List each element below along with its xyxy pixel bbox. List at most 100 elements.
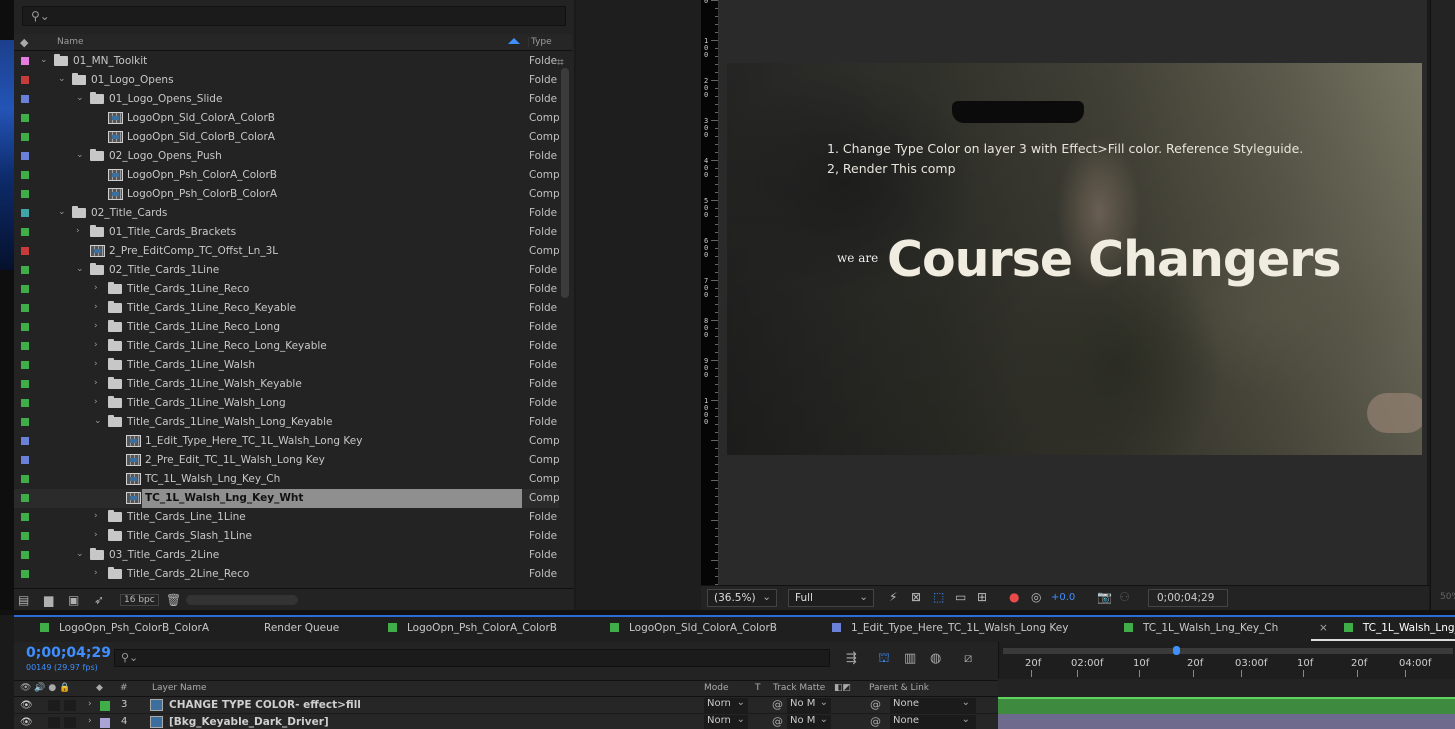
- color-channels-icon[interactable]: ●: [1009, 590, 1019, 604]
- project-item[interactable]: ⌄ 02_Logo_Opens_Push Folde: [14, 147, 559, 166]
- project-item[interactable]: › Title_Cards_1Line_Walsh_Keyable Folde: [14, 375, 559, 394]
- timeline-search-input[interactable]: ⚲⌄: [114, 649, 830, 667]
- chevron-right-icon[interactable]: ›: [76, 226, 80, 236]
- chevron-down-icon[interactable]: ⌄: [76, 549, 84, 559]
- project-item[interactable]: ⌄ Title_Cards_1Line_Walsh_Long_Keyable Fol…: [14, 413, 559, 432]
- new-folder-icon[interactable]: ▆: [44, 593, 53, 607]
- exposure-value[interactable]: +0.0: [1051, 592, 1075, 603]
- project-scrollbar[interactable]: [561, 68, 569, 298]
- label-color-swatch[interactable]: [21, 513, 29, 521]
- chevron-right-icon[interactable]: ›: [94, 568, 98, 578]
- layer-duration-bar[interactable]: [998, 697, 1455, 714]
- chevron-down-icon[interactable]: ⌄: [94, 416, 102, 426]
- column-number[interactable]: #: [120, 683, 128, 693]
- motion-blur-icon[interactable]: ◍: [930, 651, 941, 666]
- tab-logoopn-psh-colora-colorb[interactable]: LogoOpn_Psh_ColorA_ColorB: [388, 622, 557, 634]
- chevron-right-icon[interactable]: ›: [94, 321, 98, 331]
- project-item[interactable]: 1_Edit_Type_Here_TC_1L_Walsh_Long Key Com…: [14, 432, 559, 451]
- interpret-footage-icon[interactable]: ▤: [18, 593, 29, 607]
- label-color-swatch[interactable]: [21, 152, 29, 160]
- bit-depth-button[interactable]: 16 bpc: [120, 594, 159, 606]
- current-time-indicator[interactable]: [1173, 646, 1180, 655]
- eye-icon[interactable]: 👁: [20, 700, 33, 711]
- project-item[interactable]: 2_Pre_Edit_TC_1L_Walsh_Long Key Comp: [14, 451, 559, 470]
- label-color-swatch[interactable]: [21, 437, 29, 445]
- project-item[interactable]: ⌄ 03_Title_Cards_2Line Folde: [14, 546, 559, 565]
- label-color-swatch[interactable]: [21, 304, 29, 312]
- graph-editor-icon[interactable]: ⧄: [964, 651, 972, 666]
- solo-switch[interactable]: [48, 700, 60, 711]
- project-item[interactable]: › 01_Title_Cards_Brackets Folde: [14, 223, 559, 242]
- project-item[interactable]: ⌄ 01_MN_Toolkit Folde: [14, 52, 559, 71]
- label-color-swatch[interactable]: [21, 456, 29, 464]
- label-color-swatch[interactable]: [21, 551, 29, 559]
- column-parent[interactable]: Parent & Link: [869, 683, 929, 693]
- comp-mini-flowchart-icon[interactable]: ⇶: [846, 651, 857, 666]
- region-of-interest-icon[interactable]: ⬚: [933, 590, 944, 604]
- tab-render-queue[interactable]: Render Queue: [264, 622, 339, 634]
- label-color-swatch[interactable]: [21, 380, 29, 388]
- label-color-swatch[interactable]: [21, 494, 29, 502]
- project-search-input[interactable]: ⚲⌄: [22, 6, 566, 26]
- label-color-swatch[interactable]: [21, 209, 29, 217]
- label-tag-icon[interactable]: ◆: [20, 36, 28, 49]
- eye-icon[interactable]: 👁: [20, 717, 33, 728]
- track-matte-dropdown[interactable]: No M ⌄: [787, 697, 831, 713]
- chevron-right-icon[interactable]: ›: [94, 302, 98, 312]
- reset-exposure-icon[interactable]: ◎: [1031, 590, 1041, 604]
- label-color-swatch[interactable]: [21, 532, 29, 540]
- chevron-right-icon[interactable]: ›: [94, 378, 98, 388]
- label-color-swatch[interactable]: [21, 171, 29, 179]
- project-item[interactable]: › Title_Cards_1Line_Reco_Long_Keyable Fold…: [14, 337, 559, 356]
- draft-3d-icon[interactable]: ⛫: [878, 651, 890, 668]
- viewer-timecode[interactable]: 0;00;04;29: [1148, 589, 1228, 607]
- render-icon[interactable]: ➶: [94, 593, 104, 607]
- guides-icon[interactable]: ⊞: [977, 590, 987, 604]
- label-color-swatch[interactable]: [21, 95, 29, 103]
- chevron-right-icon[interactable]: ›: [94, 511, 98, 521]
- layer-label-swatch[interactable]: [100, 718, 110, 728]
- resolution-dropdown[interactable]: Full ⌄: [788, 589, 874, 607]
- project-item[interactable]: ⌄ 01_Logo_Opens_Slide Folde: [14, 90, 559, 109]
- label-color-swatch[interactable]: [21, 418, 29, 426]
- composition-frame[interactable]: 1. Change Type Color on layer 3 with Eff…: [727, 63, 1422, 455]
- chevron-down-icon[interactable]: ⌄: [58, 74, 66, 84]
- mode-dropdown[interactable]: Norn ⌄: [704, 714, 748, 729]
- sort-ascending-icon[interactable]: [508, 38, 520, 44]
- pickwhip-icon[interactable]: @: [772, 715, 783, 728]
- layer-row[interactable]: 👁 › 4 [Bkg_Keyable_Dark_Driver] Norn ⌄ @ …: [14, 714, 998, 729]
- chevron-right-icon[interactable]: ›: [88, 716, 92, 726]
- parent-pickwhip-icon[interactable]: @: [870, 698, 881, 711]
- tab-tc-1l-walsh-lng-k[interactable]: × TC_1L_Walsh_Lng_K: [1311, 622, 1455, 641]
- composition-viewer[interactable]: 1. Change Type Color on layer 3 with Eff…: [719, 0, 1427, 585]
- project-item[interactable]: LogoOpn_Psh_ColorB_ColorA Comp: [14, 185, 559, 204]
- project-item[interactable]: LogoOpn_Psh_ColorA_ColorB Comp: [14, 166, 559, 185]
- label-color-swatch[interactable]: [21, 266, 29, 274]
- switches-icon[interactable]: ◧◩: [834, 683, 851, 693]
- project-item[interactable]: ⌄ 01_Logo_Opens Folde: [14, 71, 559, 90]
- label-color-swatch[interactable]: [21, 133, 29, 141]
- lock-switch[interactable]: [64, 717, 76, 728]
- project-item[interactable]: › Title_Cards_1Line_Reco Folde: [14, 280, 559, 299]
- magnification-dropdown[interactable]: (36.5%) ⌄: [707, 589, 777, 607]
- chevron-down-icon[interactable]: ⌄: [58, 207, 66, 217]
- solo-switch[interactable]: [48, 717, 60, 728]
- snapshot-icon[interactable]: 📷: [1097, 590, 1112, 604]
- label-color-swatch[interactable]: [21, 323, 29, 331]
- new-composition-icon[interactable]: ▣: [68, 593, 79, 607]
- label-color-swatch[interactable]: [21, 285, 29, 293]
- project-item[interactable]: ⌄ 02_Title_Cards_1Line Folde: [14, 261, 559, 280]
- layer-label-swatch[interactable]: [100, 701, 110, 711]
- tab-tc-1l-walsh-lng-key-ch[interactable]: TC_1L_Walsh_Lng_Key_Ch: [1124, 622, 1278, 634]
- label-color-swatch[interactable]: [21, 190, 29, 198]
- frame-blending-icon[interactable]: ▥: [904, 651, 916, 666]
- label-color-swatch[interactable]: [21, 228, 29, 236]
- project-item[interactable]: 2_Pre_EditComp_TC_Offst_Ln_3L Comp: [14, 242, 559, 261]
- column-name[interactable]: Name: [57, 37, 84, 47]
- label-color-swatch[interactable]: [21, 570, 29, 578]
- label-color-swatch[interactable]: [21, 76, 29, 84]
- project-item[interactable]: › Title_Cards_1Line_Walsh Folde: [14, 356, 559, 375]
- project-item[interactable]: ⌄ 02_Title_Cards Folde: [14, 204, 559, 223]
- track-matte-dropdown[interactable]: No M ⌄: [787, 714, 831, 729]
- layer-row[interactable]: 👁 › 3 CHANGE TYPE COLOR- effect>fill Nor…: [14, 697, 998, 714]
